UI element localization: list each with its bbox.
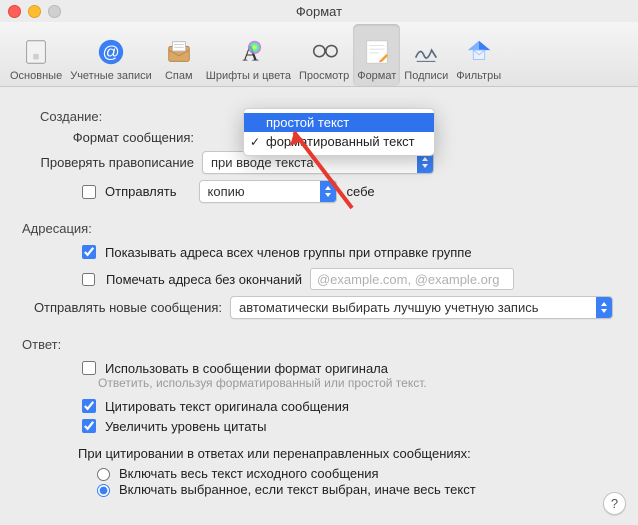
- spam-icon: [163, 36, 195, 68]
- tab-spam[interactable]: Спам: [156, 24, 202, 86]
- preferences-toolbar: Основные @ Учетные записи Спам A Шрифты …: [0, 22, 638, 87]
- spell-value: при вводе текста: [211, 155, 314, 170]
- tab-label: Спам: [165, 70, 193, 82]
- row-sendfrom: Отправлять новые сообщения: автоматическ…: [22, 296, 616, 319]
- cite-all-radio[interactable]: Включать весь текст исходного сообщения: [92, 465, 616, 481]
- signatures-icon: [410, 36, 442, 68]
- quote-check[interactable]: Цитировать текст оригинала сообщения: [78, 396, 616, 416]
- format-label: Формат сообщения:: [22, 130, 202, 145]
- quote-label: Цитировать текст оригинала сообщения: [105, 399, 349, 414]
- format-icon: [361, 36, 393, 68]
- cite-header: При цитировании в ответах или перенаправ…: [78, 446, 616, 461]
- tab-fonts[interactable]: A Шрифты и цвета: [202, 24, 295, 86]
- chevron-updown-icon: [323, 183, 333, 200]
- mark-label: Помечать адреса без окончаний: [106, 272, 302, 287]
- tab-label: Основные: [10, 70, 62, 82]
- dropdown-item-label: форматированный текст: [266, 134, 415, 149]
- section-reply: Ответ:: [22, 337, 616, 352]
- cite-selected-label: Включать выбранное, если текст выбран, и…: [119, 482, 476, 497]
- chevron-updown-icon: [420, 154, 430, 171]
- help-button[interactable]: ?: [603, 492, 626, 515]
- dropdown-item-label: простой текст: [266, 115, 349, 130]
- fonts-icon: A: [232, 36, 264, 68]
- spell-label: Проверять правописание: [22, 155, 202, 170]
- tab-label: Фильтры: [456, 70, 501, 82]
- help-icon: ?: [611, 496, 618, 511]
- tab-label: Шрифты и цвета: [206, 70, 291, 82]
- mark-domains-input[interactable]: @example.com, @example.org: [310, 268, 514, 290]
- tab-format[interactable]: Формат: [353, 24, 400, 86]
- group-addr-check[interactable]: Показывать адреса всех членов группы при…: [78, 242, 616, 262]
- row-mark: Помечать адреса без окончаний @example.c…: [78, 268, 616, 290]
- general-icon: [20, 36, 52, 68]
- level-check[interactable]: Увеличить уровень цитаты: [78, 416, 616, 436]
- sendfrom-select[interactable]: автоматически выбирать лучшую учетную за…: [230, 296, 613, 319]
- send-self-value: копию: [208, 184, 245, 199]
- mark-checkbox-input[interactable]: [82, 273, 95, 286]
- check-icon: ✓: [250, 135, 260, 149]
- quote-checkbox-input[interactable]: [82, 399, 96, 413]
- tab-viewing[interactable]: Просмотр: [295, 24, 353, 86]
- level-label: Увеличить уровень цитаты: [105, 419, 266, 434]
- chevron-updown-icon: [599, 299, 609, 316]
- send-self-label: Отправлять: [105, 184, 177, 199]
- sendfrom-value: автоматически выбирать лучшую учетную за…: [239, 300, 539, 315]
- orig-format-checkbox-input[interactable]: [82, 361, 96, 375]
- row-send-self: Отправлять копию себе: [22, 180, 616, 203]
- tab-general[interactable]: Основные: [6, 24, 66, 86]
- orig-format-sub: Ответить, используя форматированный или …: [98, 376, 616, 390]
- cite-selected-radio-input[interactable]: [97, 484, 110, 497]
- tab-label: Учетные записи: [70, 70, 152, 82]
- orig-format-check[interactable]: Использовать в сообщении формат оригинал…: [78, 358, 616, 378]
- send-self-tail: себе: [347, 184, 375, 199]
- format-dropdown[interactable]: простой текст ✓ форматированный текст: [243, 108, 435, 156]
- filters-icon: [463, 36, 495, 68]
- accounts-icon: @: [95, 36, 127, 68]
- cite-all-label: Включать весь текст исходного сообщения: [119, 466, 379, 481]
- section-addressing: Адресация:: [22, 221, 616, 236]
- tab-filters[interactable]: Фильтры: [452, 24, 505, 86]
- tab-label: Подписи: [404, 70, 448, 82]
- tab-label: Просмотр: [299, 70, 349, 82]
- sendfrom-label: Отправлять новые сообщения:: [22, 300, 230, 315]
- mark-placeholder: @example.com, @example.org: [317, 272, 499, 287]
- titlebar: Формат: [0, 0, 638, 22]
- group-addr-checkbox-input[interactable]: [82, 245, 96, 259]
- tab-label: Формат: [357, 70, 396, 82]
- svg-text:@: @: [102, 43, 119, 62]
- dropdown-item-rich[interactable]: ✓ форматированный текст: [244, 132, 434, 151]
- level-checkbox-input[interactable]: [82, 419, 96, 433]
- send-self-select[interactable]: копию: [199, 180, 337, 203]
- orig-format-label: Использовать в сообщении формат оригинал…: [105, 361, 388, 376]
- tab-accounts[interactable]: @ Учетные записи: [66, 24, 156, 86]
- send-self-check[interactable]: Отправлять: [78, 182, 177, 202]
- tab-signatures[interactable]: Подписи: [400, 24, 452, 86]
- cite-selected-radio[interactable]: Включать выбранное, если текст выбран, и…: [92, 481, 616, 497]
- group-addr-label: Показывать адреса всех членов группы при…: [105, 245, 472, 260]
- window-title: Формат: [0, 4, 638, 19]
- cite-all-radio-input[interactable]: [97, 468, 110, 481]
- dropdown-item-plain[interactable]: простой текст: [244, 113, 434, 132]
- viewing-icon: [308, 36, 340, 68]
- preferences-window: Формат Основные @ Учетные записи Спам A …: [0, 0, 638, 525]
- send-self-checkbox-input[interactable]: [82, 185, 96, 199]
